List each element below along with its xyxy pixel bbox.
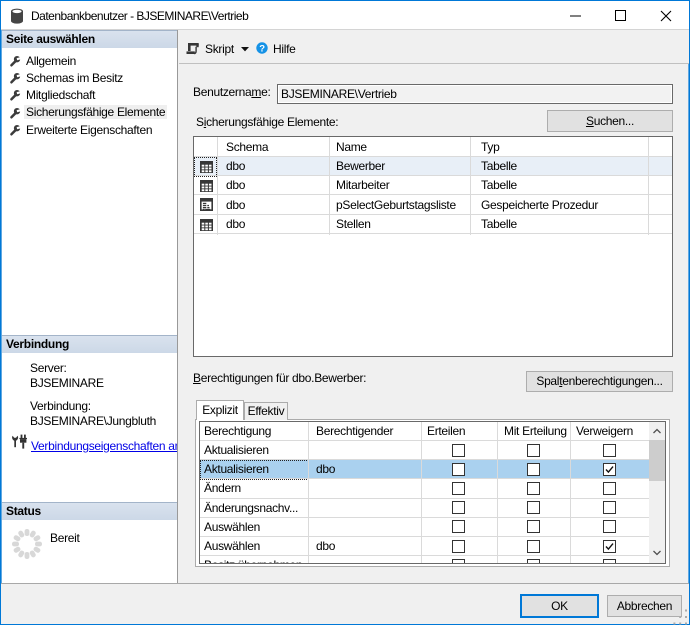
svg-text:?: ? (259, 43, 265, 54)
